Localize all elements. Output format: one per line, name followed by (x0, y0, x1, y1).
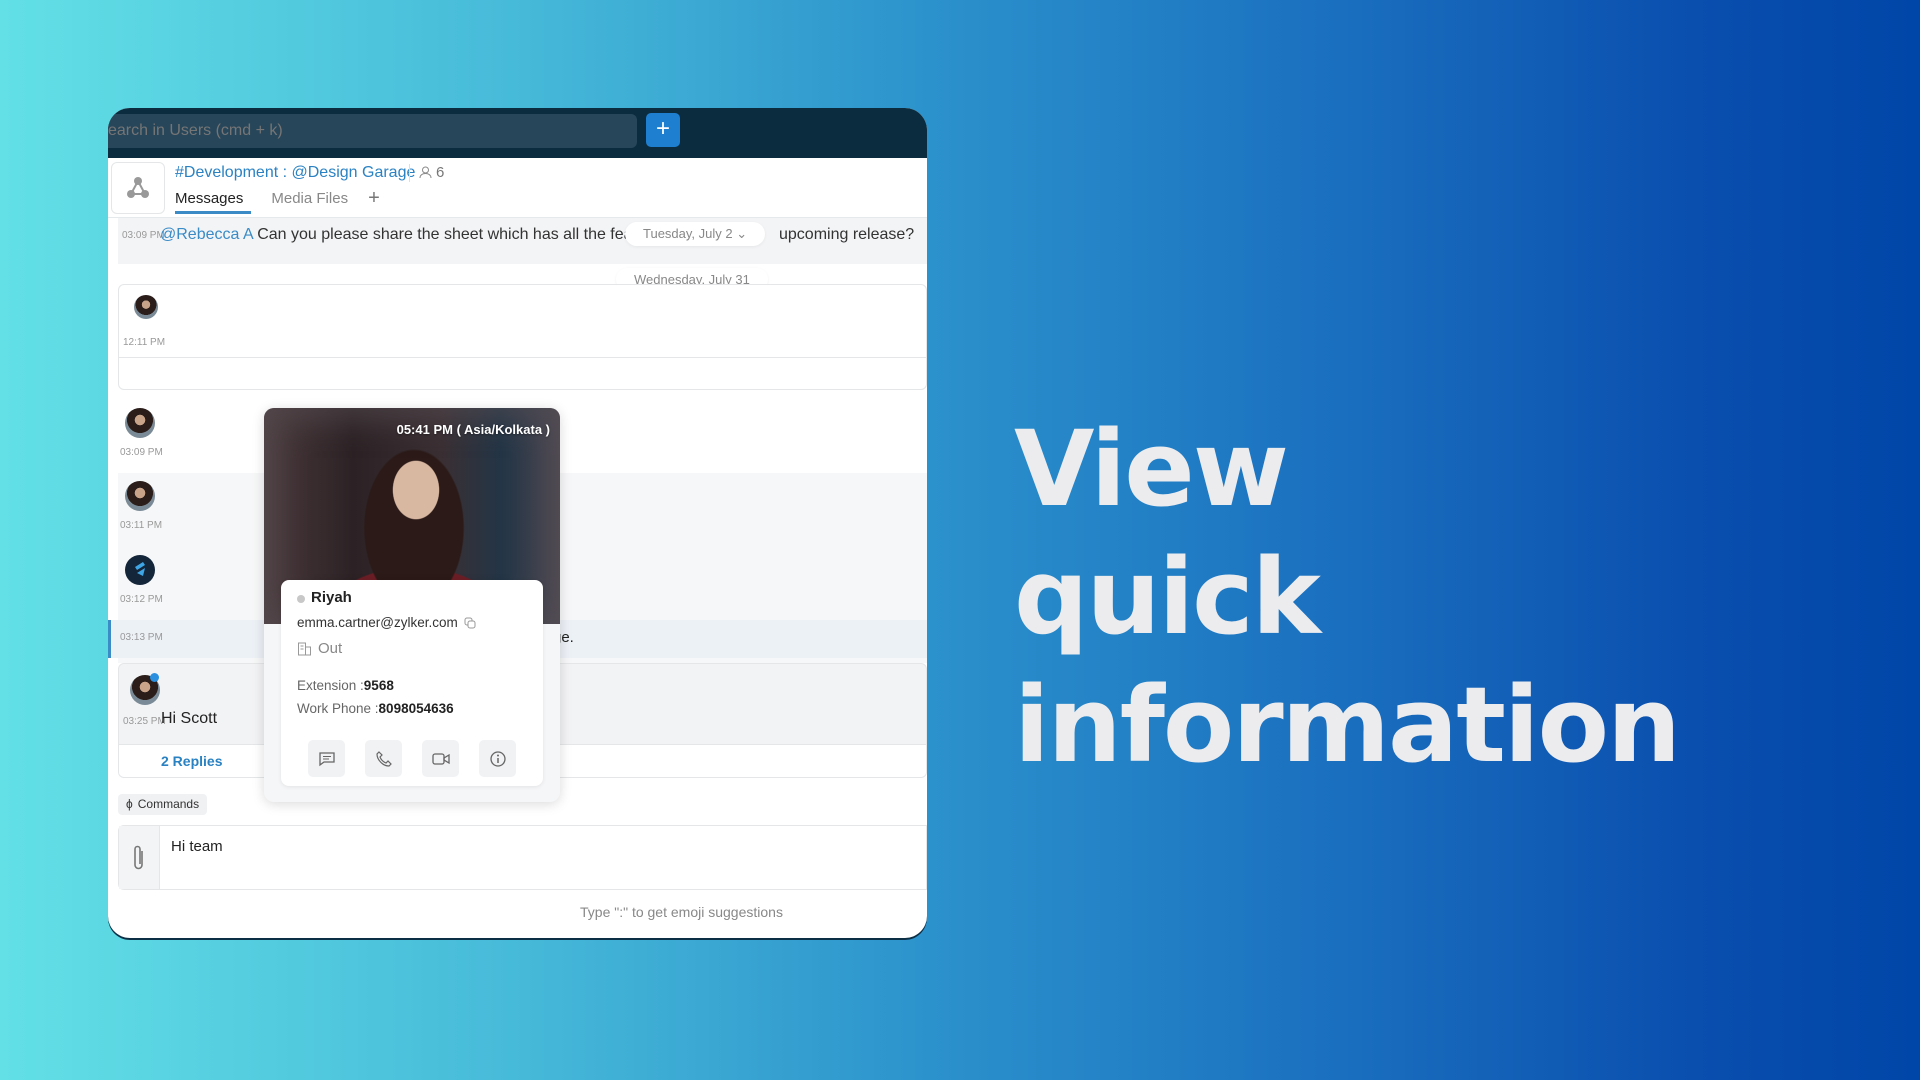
message-row[interactable]: 03:09 PM @Rebecca A Can you please share… (118, 218, 927, 264)
channel-header: #Development : @Design Garage 6 Messages… (108, 158, 927, 218)
message-time: 03:12 PM (120, 594, 163, 605)
work-phone-label: Work Phone : (297, 701, 379, 716)
badge-icon (150, 673, 159, 682)
paperclip-icon (134, 845, 143, 869)
avatar[interactable] (134, 295, 158, 319)
tab-media-files[interactable]: Media Files (271, 190, 348, 214)
user-icon (419, 166, 432, 179)
message-time: 03:13 PM (120, 632, 163, 643)
add-tab-button[interactable]: + (368, 188, 380, 214)
avatar[interactable] (125, 555, 155, 585)
message-time: 03:09 PM (120, 447, 163, 458)
extension-value: 9568 (363, 678, 394, 693)
divider (409, 164, 410, 182)
info-icon (489, 750, 506, 767)
message-card[interactable]: 12:11 PM (118, 284, 927, 390)
chevron-down-icon: ⌄ (736, 226, 748, 241)
top-bar: + (108, 108, 927, 158)
status-text: Out (318, 640, 343, 657)
attach-button[interactable] (119, 826, 160, 889)
message-input[interactable] (171, 838, 871, 855)
message-time: 03:11 PM (120, 520, 163, 531)
user-status: Out (297, 640, 342, 657)
message-text: Hi Scott (161, 710, 218, 727)
message-text-continued: upcoming release? (779, 226, 915, 243)
presence-dot-icon (297, 595, 305, 603)
extension: Extension :9568 (297, 678, 394, 693)
user-mention[interactable]: @Rebecca A (160, 226, 253, 243)
avatar[interactable] (125, 408, 155, 438)
headline-line-1: View (1014, 408, 1289, 530)
brand-logo-icon (135, 562, 145, 576)
work-phone-value: 8098054636 (378, 701, 454, 716)
tab-messages[interactable]: Messages (175, 190, 252, 214)
local-time: 05:41 PM ( Asia/Kolkata ) (396, 422, 550, 437)
commands-button[interactable]: ϕ Commands (118, 794, 208, 815)
quick-actions (308, 740, 516, 777)
message-time: 03:09 PM (122, 230, 165, 241)
channel-logo[interactable] (111, 162, 165, 214)
member-count-value: 6 (436, 164, 445, 181)
message-time: 12:11 PM (123, 337, 166, 348)
message-composer (118, 825, 927, 890)
message-text: @Rebecca A Can you please share the shee… (160, 226, 637, 244)
divider (119, 357, 926, 358)
info-button[interactable] (479, 740, 516, 777)
chat-icon (318, 751, 335, 766)
building-icon (298, 642, 311, 656)
search-input[interactable] (108, 114, 637, 148)
user-email: emma.cartner@zylker.com (297, 615, 476, 630)
channel-group-icon (127, 177, 149, 198)
user-name[interactable]: Riyah (311, 589, 352, 606)
channel-title[interactable]: #Development : @Design Garage (175, 164, 415, 182)
headline: View quick information (1014, 405, 1920, 789)
phone-icon (375, 750, 392, 767)
email-text: emma.cartner@zylker.com (297, 615, 458, 630)
video-icon (431, 752, 450, 765)
user-quick-info-popover: 05:41 PM ( Asia/Kolkata ) Riyah emma.car… (264, 408, 560, 802)
date-label: Tuesday, July 2 (643, 226, 733, 241)
plug-icon: ϕ (126, 797, 133, 811)
avatar[interactable] (125, 481, 155, 511)
member-count[interactable]: 6 (419, 164, 444, 181)
date-pill-jump[interactable]: Tuesday, July 2 ⌄ (625, 222, 766, 246)
extension-label: Extension : (297, 678, 364, 693)
commands-label: Commands (137, 797, 200, 811)
chat-button[interactable] (308, 740, 345, 777)
user-info-card: Riyah emma.cartner@zylker.com Out Extens… (281, 580, 543, 786)
message-text-part: Can you please share the sheet which has… (252, 226, 637, 243)
call-button[interactable] (365, 740, 402, 777)
headline-line-2: quick information (1014, 536, 1681, 786)
work-phone: Work Phone :8098054636 (297, 701, 454, 716)
add-button[interactable]: + (646, 113, 680, 147)
message-time: 03:25 PM (123, 716, 166, 727)
emoji-hint: Type ":" to get emoji suggestions (580, 904, 783, 920)
channel-tabs: Messages Media Files + (175, 188, 380, 214)
chat-app-window: + #Development : @Design Garage 6 Messag… (108, 108, 927, 938)
replies-link[interactable]: 2 Replies (161, 753, 222, 769)
video-call-button[interactable] (422, 740, 459, 777)
copy-icon[interactable] (464, 617, 476, 629)
